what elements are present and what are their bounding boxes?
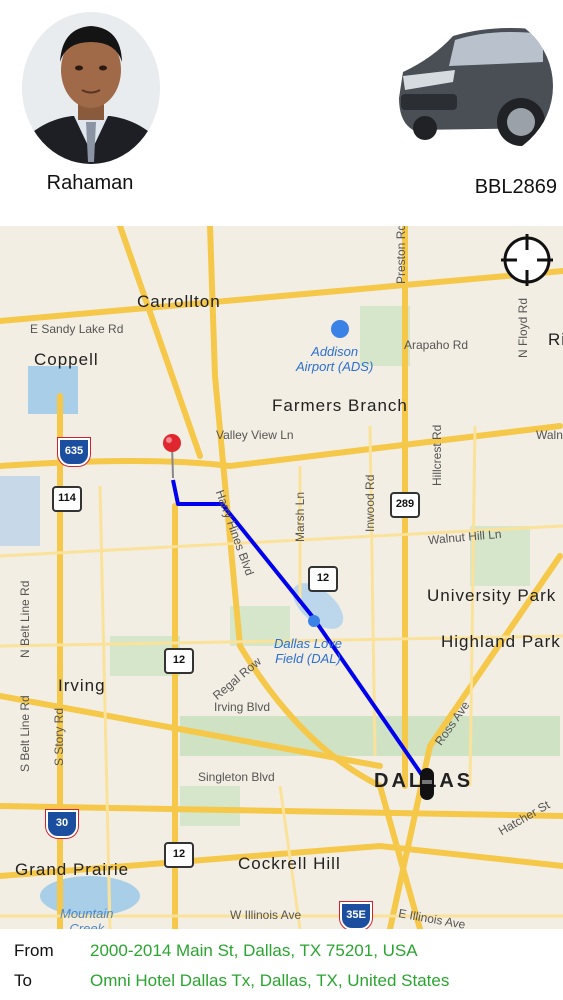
shield-i35e: 35E xyxy=(340,902,372,929)
trip-header: Rahaman BBL2869 xyxy=(0,0,563,226)
shield-12-b: 12 xyxy=(164,648,194,674)
shield-289: 289 xyxy=(390,492,420,518)
map-label-preston: Preston Rd xyxy=(394,226,408,284)
map-label-irving-blvd: Irving Blvd xyxy=(214,700,271,714)
to-address: Omni Hotel Dallas Tx, Dallas, TX, United… xyxy=(90,971,450,990)
to-label: To xyxy=(14,971,32,990)
map-label-inwood: Inwood Rd xyxy=(363,474,377,532)
map-label-grand-prairie: Grand Prairie xyxy=(15,860,130,879)
car-image[interactable] xyxy=(393,10,553,162)
driver-avatar[interactable] xyxy=(22,12,160,164)
map-label-love-field: Dallas Love Field (DAL) xyxy=(274,636,342,666)
map-label-addison-airport: Addison Airport (ADS) xyxy=(296,344,374,374)
map-label-university-park: University Park xyxy=(427,586,557,605)
shield-i635: 635 xyxy=(58,438,90,466)
shield-12-a: 12 xyxy=(308,566,338,592)
map-label-coppell: Coppell xyxy=(34,350,99,369)
map-label-cockrell-hill: Cockrell Hill xyxy=(238,854,341,873)
origin-pin-icon[interactable] xyxy=(160,432,186,480)
from-address: 2000-2014 Main St, Dallas, TX 75201, USA xyxy=(90,941,418,960)
map-label-belt-line-s: S Belt Line Rd xyxy=(18,695,32,772)
from-label: From xyxy=(14,941,54,960)
map-label-irving: Irving xyxy=(58,676,106,695)
crosshair-icon[interactable] xyxy=(499,232,555,288)
map-label-farmers-branch: Farmers Branch xyxy=(272,396,408,415)
map-label-marsh: Marsh Ln xyxy=(293,491,307,542)
map-label-mountain-creek: Mountain Creek xyxy=(60,906,114,929)
map-label-arapaho: Arapaho Rd xyxy=(404,338,469,352)
map-label-floyd: N Floyd Rd xyxy=(516,297,530,358)
map-label-ri: Ri xyxy=(548,330,563,349)
to-row: To Omni Hotel Dallas Tx, Dallas, TX, Unit… xyxy=(14,971,449,991)
car-location-icon[interactable] xyxy=(418,766,436,802)
shield-114: 114 xyxy=(52,486,82,512)
map-label-highland-park: Highland Park xyxy=(441,632,561,651)
shield-12-c: 12 xyxy=(164,842,194,868)
route-info: From 2000-2014 Main St, Dallas, TX 75201,… xyxy=(0,929,563,1000)
map-label-illinois-w: W Illinois Ave xyxy=(230,908,302,922)
vehicle-plate: BBL2869 xyxy=(474,176,557,198)
from-row: From 2000-2014 Main St, Dallas, TX 75201,… xyxy=(14,941,418,961)
driver-name: Rahaman xyxy=(46,172,134,194)
map-label-story: S Story Rd xyxy=(52,707,66,766)
map-label-valley-view: Valley View Ln xyxy=(216,428,294,442)
route-map[interactable]: Carrollton E Sandy Lake Rd Coppell Addis… xyxy=(0,226,563,929)
map-label-walnut-right: Walnu xyxy=(536,428,563,442)
map-label-sandy-lake: E Sandy Lake Rd xyxy=(30,322,124,336)
map-label-singleton: Singleton Blvd xyxy=(198,770,275,784)
shield-i30: 30 xyxy=(46,810,78,838)
map-label-belt-line-n: N Belt Line Rd xyxy=(18,580,32,658)
map-label-carrollton: Carrollton xyxy=(137,292,221,311)
map-label-hillcrest: Hillcrest Rd xyxy=(430,424,444,486)
